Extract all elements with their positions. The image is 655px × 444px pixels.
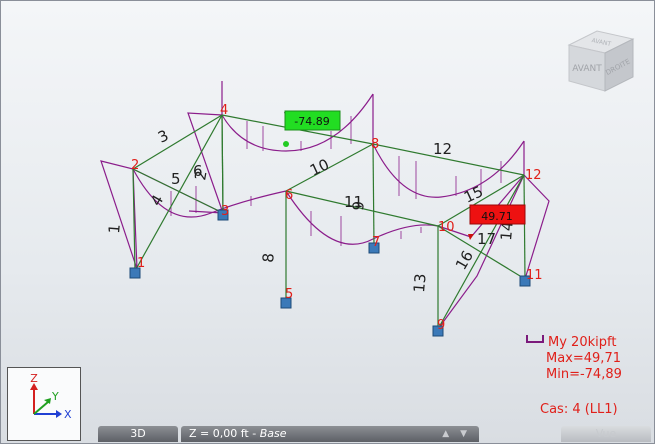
y-axis-label: Y bbox=[51, 390, 59, 403]
member-6-line[interactable] bbox=[221, 114, 224, 214]
view-cube[interactable]: AVANT DROITE AVANT bbox=[561, 23, 639, 97]
member-label-6: 6 bbox=[193, 162, 203, 180]
min-value-point bbox=[283, 141, 289, 147]
statusbar: 3D Z = 0,00 ft - Base ▲ ▼ Vue bbox=[1, 425, 654, 443]
node-label-7[interactable]: 7 bbox=[372, 235, 380, 250]
member-label-3: 3 bbox=[155, 126, 171, 146]
member-label-5: 5 bbox=[171, 170, 181, 188]
x-arrow-head-icon bbox=[56, 410, 62, 418]
node-label-12[interactable]: 12 bbox=[525, 168, 542, 183]
supports bbox=[129, 209, 531, 337]
node-label-10[interactable]: 10 bbox=[438, 220, 455, 235]
member-label-10: 10 bbox=[307, 155, 332, 179]
legend-min: Min=-74,89 bbox=[546, 367, 622, 382]
min-value-text: -74.89 bbox=[294, 115, 329, 128]
view-cube-front-label: AVANT bbox=[572, 64, 602, 74]
node-label-1[interactable]: 1 bbox=[137, 256, 145, 271]
member-label-11: 11 bbox=[344, 193, 363, 211]
node-label-2[interactable]: 2 bbox=[131, 158, 139, 173]
legend-title: My 20kipft bbox=[548, 335, 617, 350]
node-label-4[interactable]: 4 bbox=[220, 103, 228, 118]
load-case-label: Cas: 4 (LL1) bbox=[540, 402, 618, 417]
legend-swatch bbox=[526, 335, 544, 343]
member-label-4: 4 bbox=[147, 192, 167, 209]
legend-max: Max=49,71 bbox=[546, 351, 621, 366]
member-label-16: 16 bbox=[452, 247, 477, 273]
member-label-12: 12 bbox=[433, 140, 452, 158]
node-label-11[interactable]: 11 bbox=[526, 268, 543, 283]
max-value-point bbox=[468, 234, 474, 240]
member-9-line[interactable] bbox=[372, 143, 375, 247]
node-label-9[interactable]: 9 bbox=[437, 318, 445, 333]
moment-curve-9 bbox=[523, 141, 550, 280]
level-selector[interactable]: Z = 0,00 ft - Base ▲ ▼ bbox=[181, 426, 479, 442]
level-arrows-icon[interactable]: ▲ ▼ bbox=[442, 426, 471, 442]
x-axis-label: X bbox=[64, 408, 72, 421]
level-prefix: Z = 0,00 ft - bbox=[189, 427, 260, 440]
member-label-1: 1 bbox=[105, 223, 124, 234]
member-3-line[interactable] bbox=[132, 114, 223, 170]
max-value-text: 49.71 bbox=[481, 210, 513, 223]
member-label-8: 8 bbox=[259, 252, 278, 263]
frame-members bbox=[132, 114, 526, 330]
member-14-line[interactable] bbox=[523, 174, 526, 280]
diagram-legend: My 20kipft Max=49,71 Min=-74,89 bbox=[526, 335, 646, 383]
node-label-6[interactable]: 6 bbox=[285, 188, 293, 203]
node-label-5[interactable]: 5 bbox=[285, 287, 293, 302]
member-labels: 1234567891011121314151617 bbox=[105, 109, 517, 293]
moment-curve-5 bbox=[100, 160, 138, 270]
member-label-13: 13 bbox=[410, 273, 430, 294]
level-name: Base bbox=[259, 427, 287, 440]
z-axis-label: Z bbox=[30, 372, 38, 385]
member-label-15: 15 bbox=[461, 182, 486, 206]
node-label-8[interactable]: 8 bbox=[371, 137, 379, 152]
y-axis-arrow bbox=[33, 401, 49, 415]
member-label-17: 17 bbox=[477, 230, 496, 248]
view-mode-button[interactable]: 3D bbox=[98, 426, 178, 442]
model-viewport[interactable]: 1234567891011121314151617 12345678910111… bbox=[0, 0, 655, 444]
min-value-flag[interactable]: -74.89 bbox=[283, 110, 341, 147]
vue-button[interactable]: Vue bbox=[561, 426, 651, 442]
node-label-3[interactable]: 3 bbox=[221, 204, 229, 219]
